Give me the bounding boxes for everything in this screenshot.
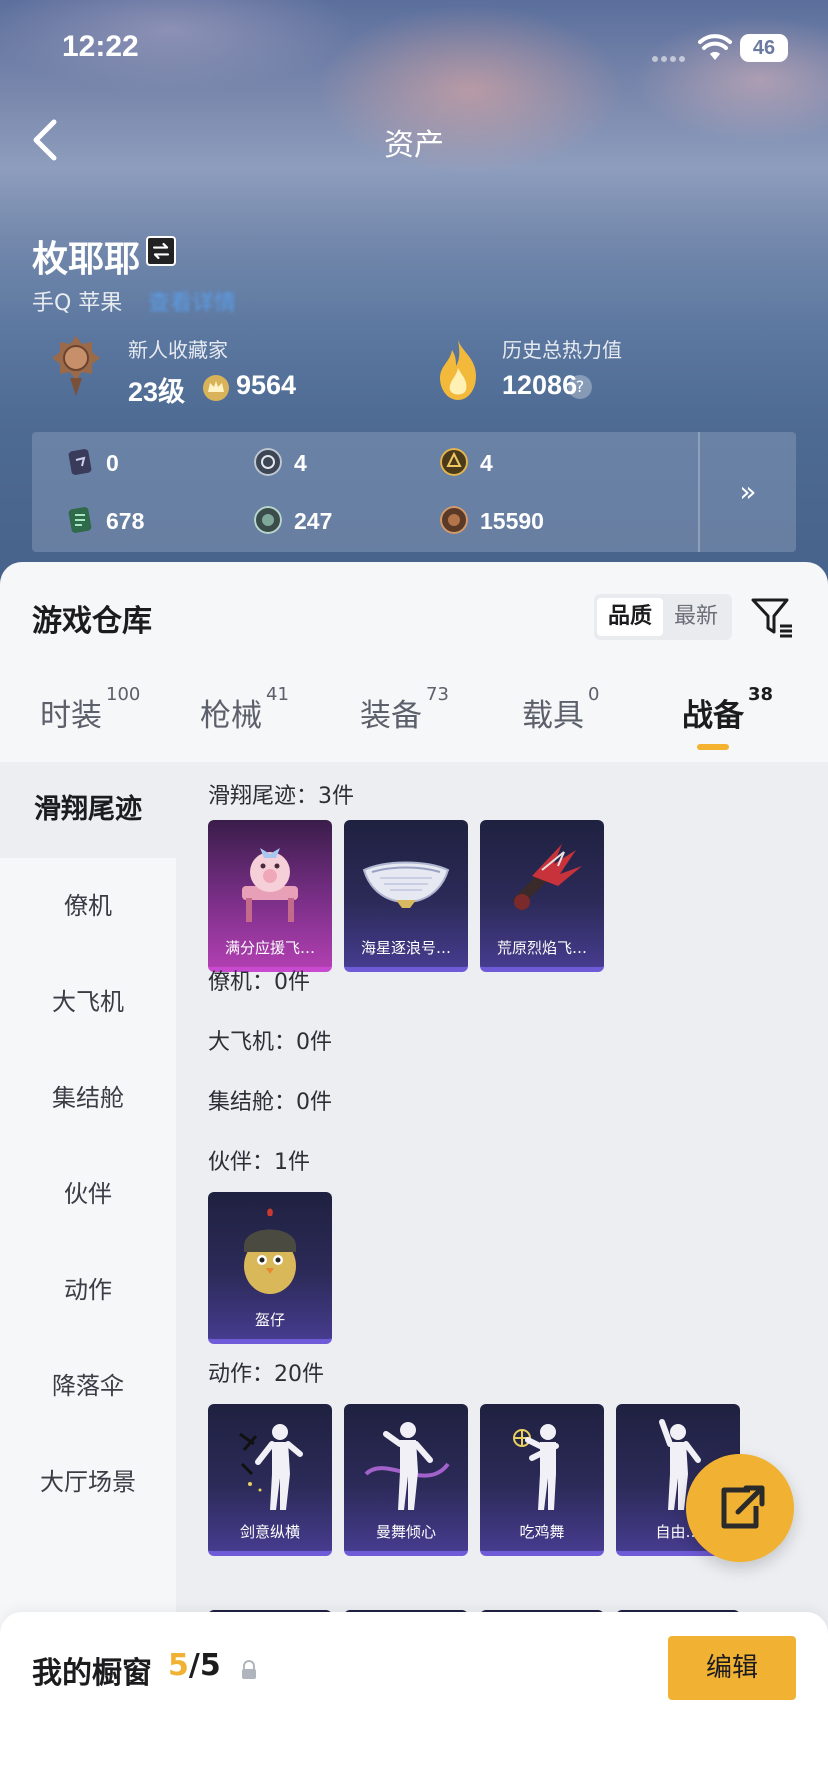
sidebar-item-lobby[interactable]: 大厅场景 bbox=[0, 1434, 176, 1530]
tab-equipment[interactable]: 装备73 bbox=[360, 684, 449, 740]
sidebar-item-parachute[interactable]: 降落伞 bbox=[0, 1338, 176, 1434]
helmet-chick-icon bbox=[244, 1208, 296, 1294]
section-label-trail: 滑翔尾迹：3件 bbox=[208, 784, 354, 809]
section-label-emote: 动作：20件 bbox=[208, 1362, 324, 1387]
currency-panel bbox=[32, 432, 796, 552]
showcase-count: 5/5 bbox=[168, 1648, 221, 1683]
sidebar-item-wingman[interactable]: 僚机 bbox=[0, 858, 176, 954]
status-time: 12:22 bbox=[62, 30, 139, 63]
platform-label: 手Q 苹果 bbox=[32, 291, 123, 316]
heat-label: 历史总热力值 bbox=[502, 338, 622, 362]
tab-fashion[interactable]: 时装100 bbox=[40, 684, 140, 740]
chicken-dance-figure-icon bbox=[513, 1424, 559, 1510]
showcase-title: 我的橱窗 bbox=[32, 1656, 152, 1691]
gold-coin-icon bbox=[440, 448, 468, 476]
sidebar-item-emote[interactable]: 动作 bbox=[0, 1242, 176, 1338]
warehouse-title: 游戏仓库 bbox=[32, 604, 152, 639]
collector-points: 9564 bbox=[236, 370, 297, 400]
item-card[interactable]: 海星逐浪号… bbox=[344, 820, 468, 972]
player-name: 枚耶耶 bbox=[32, 239, 141, 280]
section-label-pod: 集结舱：0件 bbox=[208, 1090, 332, 1115]
page-title: 资产 bbox=[384, 128, 444, 163]
help-icon[interactable]: ? bbox=[568, 375, 592, 399]
flame-wing-icon bbox=[512, 844, 582, 910]
flame-icon bbox=[440, 340, 476, 400]
crown-coin-icon bbox=[203, 375, 229, 401]
sidebar-item-pod[interactable]: 集结舱 bbox=[0, 1050, 176, 1146]
item-card[interactable]: 盔仔 bbox=[208, 1192, 332, 1344]
collector-medal-icon bbox=[52, 336, 100, 396]
platform-link[interactable]: 查看详情 bbox=[148, 285, 236, 317]
item-card[interactable]: 剑意纵横 bbox=[208, 1404, 332, 1556]
battery-icon: 46 bbox=[740, 34, 788, 62]
sort-toggle: 品质 最新 bbox=[594, 594, 732, 640]
lock-icon bbox=[242, 1660, 256, 1679]
currency-more-button[interactable]: » bbox=[700, 432, 796, 552]
section-label-wingman: 僚机：0件 bbox=[208, 970, 310, 995]
green-coin-icon bbox=[254, 506, 282, 534]
card-dark-icon bbox=[68, 448, 92, 476]
edit-button[interactable]: 编辑 bbox=[668, 1636, 796, 1700]
signal-icon bbox=[652, 47, 690, 62]
section-label-plane: 大飞机：0件 bbox=[208, 1030, 332, 1055]
status-bar: 12:22 46 bbox=[0, 30, 828, 70]
boat-icon bbox=[362, 861, 450, 908]
active-tab-indicator bbox=[697, 744, 729, 750]
share-icon[interactable] bbox=[686, 1454, 794, 1562]
sort-quality-button[interactable]: 品质 bbox=[597, 598, 663, 636]
warehouse-sheet: 游戏仓库 品质 最新 时装100 枪械41 装备73 载具0 战备38 滑翔尾迹… bbox=[0, 562, 828, 1792]
sword-dance-figure-icon bbox=[239, 1424, 303, 1510]
sidebar-item-partner[interactable]: 伙伴 bbox=[0, 1146, 176, 1242]
heat-value: 12086 bbox=[502, 370, 578, 400]
sidebar-item-plane[interactable]: 大飞机 bbox=[0, 954, 176, 1050]
filter-icon[interactable] bbox=[750, 596, 794, 640]
tab-combat-prep[interactable]: 战备38 bbox=[682, 684, 773, 740]
collector-level: 23级 bbox=[128, 377, 186, 407]
sidebar-item-trail[interactable]: 滑翔尾迹 bbox=[0, 762, 176, 858]
sort-newest-button[interactable]: 最新 bbox=[663, 598, 729, 636]
bronze-coin-icon bbox=[440, 506, 468, 534]
card-green-icon bbox=[68, 506, 92, 534]
silver-coin-icon bbox=[254, 448, 282, 476]
section-label-partner: 伙伴：1件 bbox=[208, 1150, 310, 1175]
pig-chair-icon bbox=[242, 848, 298, 922]
dance-figure-icon bbox=[364, 1422, 450, 1510]
wifi-icon bbox=[698, 34, 732, 60]
showcase-bar: 我的橱窗 5/5 编辑 bbox=[0, 1612, 828, 1792]
item-card[interactable]: 荒原烈焰飞… bbox=[480, 820, 604, 972]
tab-weapons[interactable]: 枪械41 bbox=[200, 684, 289, 740]
tab-vehicles[interactable]: 载具0 bbox=[522, 684, 599, 740]
switch-account-icon[interactable] bbox=[146, 236, 176, 266]
collector-title: 新人收藏家 bbox=[128, 338, 228, 362]
item-card[interactable]: 曼舞倾心 bbox=[344, 1404, 468, 1556]
item-card[interactable]: 满分应援飞… bbox=[208, 820, 332, 972]
item-card[interactable]: 吃鸡舞 bbox=[480, 1404, 604, 1556]
